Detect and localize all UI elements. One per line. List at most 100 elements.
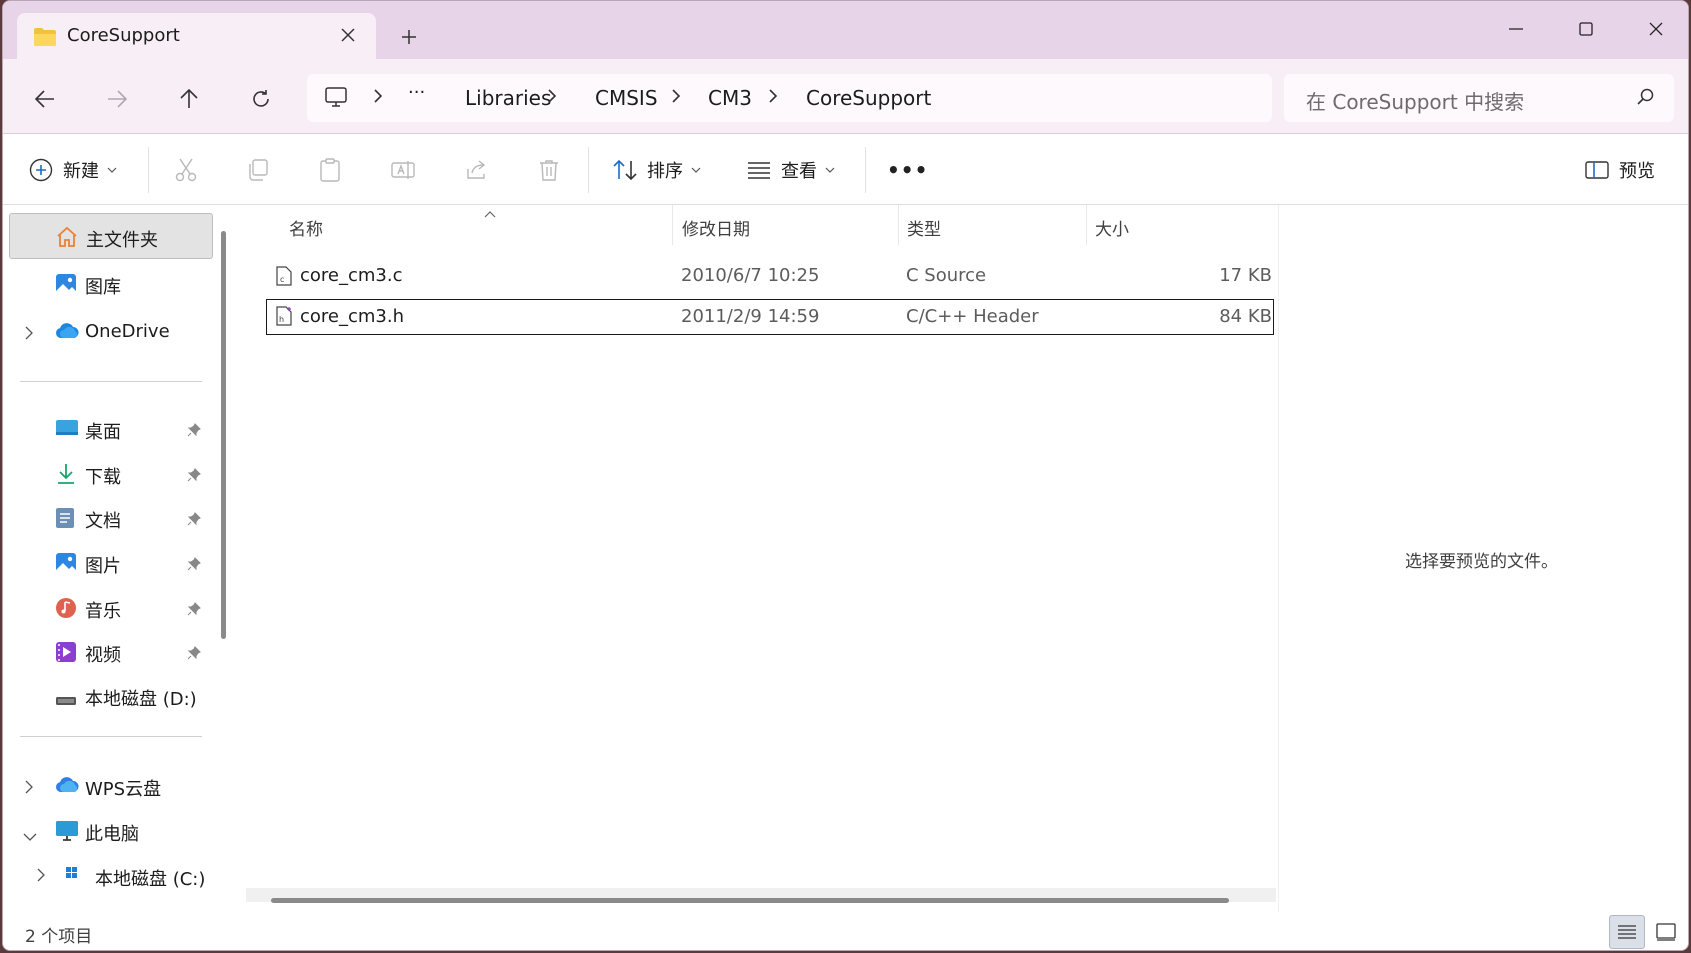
details-view-button[interactable]	[1609, 915, 1645, 949]
breadcrumb-item-current[interactable]: CoreSupport	[806, 86, 931, 110]
computer-icon	[55, 820, 79, 846]
sidebar-item-music[interactable]: 音乐	[9, 585, 213, 631]
address-bar[interactable]: ··· Libraries CMSIS CM3 CoreSupport	[307, 74, 1272, 122]
column-header-date[interactable]: 修改日期	[682, 215, 750, 240]
close-window-button[interactable]	[1633, 11, 1679, 47]
header-file-icon: h	[276, 306, 294, 330]
search-box[interactable]: 在 CoreSupport 中搜索	[1284, 74, 1674, 122]
pin-icon[interactable]	[187, 556, 201, 575]
tiles-view-button[interactable]	[1648, 915, 1684, 949]
breadcrumb-item[interactable]: CMSIS	[595, 86, 658, 110]
more-options-button[interactable]: •••	[887, 152, 928, 188]
sort-ascending-icon	[484, 203, 496, 222]
expand-chevron-icon[interactable]	[25, 779, 33, 798]
folder-icon	[33, 27, 57, 51]
breadcrumb-chevron-icon	[671, 88, 681, 108]
collapse-chevron-icon[interactable]	[23, 826, 37, 845]
pin-icon[interactable]	[187, 511, 201, 530]
up-button[interactable]	[171, 81, 207, 117]
sidebar-item-pictures[interactable]: 图片	[9, 540, 213, 586]
view-label: 查看	[781, 161, 817, 182]
sidebar-item-label: 主文件夹	[86, 230, 158, 251]
tab-close-icon[interactable]	[335, 22, 361, 48]
forward-button[interactable]	[99, 81, 135, 117]
file-size: 17 KB	[1219, 265, 1272, 286]
share-button[interactable]	[465, 152, 487, 188]
sidebar-item-label: 下载	[85, 467, 121, 488]
pin-icon[interactable]	[187, 601, 201, 620]
details-view-icon	[1618, 925, 1636, 939]
preview-pane-icon	[1585, 161, 1609, 179]
sidebar-item-label: 文档	[85, 511, 121, 532]
table-row-selected[interactable]: h core_cm3.h 2011/2/9 14:59 C/C++ Header…	[266, 299, 1274, 335]
preview-pane-button[interactable]: 预览	[1585, 152, 1655, 188]
search-icon[interactable]	[1637, 88, 1655, 110]
pin-icon[interactable]	[187, 422, 201, 441]
sidebar-divider	[20, 381, 202, 382]
sidebar-item-home[interactable]: 主文件夹	[9, 213, 213, 259]
download-icon	[55, 463, 77, 489]
sort-button[interactable]: 排序	[613, 152, 701, 188]
video-icon	[55, 641, 77, 667]
sidebar-item-videos[interactable]: 视频	[9, 629, 213, 675]
paste-button[interactable]	[319, 152, 341, 188]
add-circle-icon	[29, 158, 53, 182]
delete-button[interactable]	[539, 152, 559, 188]
file-name: core_cm3.c	[300, 265, 403, 286]
pin-icon[interactable]	[187, 645, 201, 664]
tab-coresupport[interactable]: CoreSupport	[17, 13, 376, 59]
minimize-button[interactable]	[1493, 11, 1539, 47]
scissors-icon	[175, 158, 197, 182]
sort-icon	[613, 159, 637, 181]
new-tab-button[interactable]	[395, 23, 423, 51]
file-size: 84 KB	[1219, 306, 1272, 327]
sidebar-item-label: 图库	[85, 277, 121, 298]
breadcrumb-overflow[interactable]: ···	[408, 82, 425, 103]
navigation-bar: ··· Libraries CMSIS CM3 CoreSupport 在 Co…	[3, 59, 1688, 134]
horizontal-scrollbar[interactable]	[271, 898, 1229, 903]
back-button[interactable]	[27, 81, 63, 117]
sidebar-item-onedrive[interactable]: OneDrive	[9, 309, 213, 355]
breadcrumb-item[interactable]: CM3	[708, 86, 752, 110]
view-button[interactable]: 查看	[747, 152, 835, 188]
this-pc-icon[interactable]	[325, 86, 347, 112]
column-header-type[interactable]: 类型	[907, 215, 941, 240]
wps-cloud-icon	[55, 775, 79, 797]
copy-button[interactable]	[247, 152, 269, 188]
sidebar-item-this-pc[interactable]: 此电脑	[9, 808, 213, 854]
music-icon	[55, 597, 77, 623]
title-bar: CoreSupport	[3, 1, 1688, 59]
file-type: C/C++ Header	[906, 306, 1039, 327]
navigation-pane: 主文件夹 图库 OneDrive 桌面 下载 文档 图片 音乐 视频 本地磁盘 …	[3, 205, 235, 912]
sidebar-scrollbar[interactable]	[221, 231, 226, 639]
new-button[interactable]: 新建	[29, 152, 117, 188]
refresh-button[interactable]	[243, 81, 279, 117]
cut-button[interactable]	[175, 152, 197, 188]
preview-label: 预览	[1619, 161, 1655, 182]
chevron-down-icon	[691, 167, 701, 173]
file-date: 2010/6/7 10:25	[681, 265, 820, 286]
sidebar-item-local-disk-c[interactable]: 本地磁盘 (C:)	[9, 853, 213, 893]
desktop-icon	[55, 418, 79, 442]
column-header-size[interactable]: 大小	[1095, 215, 1129, 240]
sidebar-item-local-disk-d[interactable]: 本地磁盘 (D:)	[9, 673, 213, 719]
tiles-view-icon	[1656, 923, 1676, 941]
pin-icon[interactable]	[187, 467, 201, 486]
expand-chevron-icon[interactable]	[25, 325, 33, 344]
sidebar-item-label: 音乐	[85, 601, 121, 622]
expand-chevron-icon[interactable]	[37, 867, 45, 886]
sidebar-item-downloads[interactable]: 下载	[9, 451, 213, 497]
breadcrumb-item[interactable]: Libraries	[465, 86, 551, 110]
sidebar-item-gallery[interactable]: 图库	[9, 261, 213, 307]
column-header-name[interactable]: 名称	[289, 215, 323, 240]
sidebar-item-wps-cloud[interactable]: WPS云盘	[9, 763, 213, 809]
sidebar-item-desktop[interactable]: 桌面	[9, 406, 213, 452]
table-row[interactable]: c core_cm3.c 2010/6/7 10:25 C Source 17 …	[266, 259, 1274, 295]
maximize-button[interactable]	[1563, 11, 1609, 47]
sidebar-item-label: WPS云盘	[85, 779, 162, 800]
list-view-icon	[748, 162, 770, 179]
rename-button[interactable]	[391, 152, 415, 188]
document-icon	[55, 507, 75, 533]
sidebar-item-documents[interactable]: 文档	[9, 495, 213, 541]
file-type: C Source	[906, 265, 987, 286]
